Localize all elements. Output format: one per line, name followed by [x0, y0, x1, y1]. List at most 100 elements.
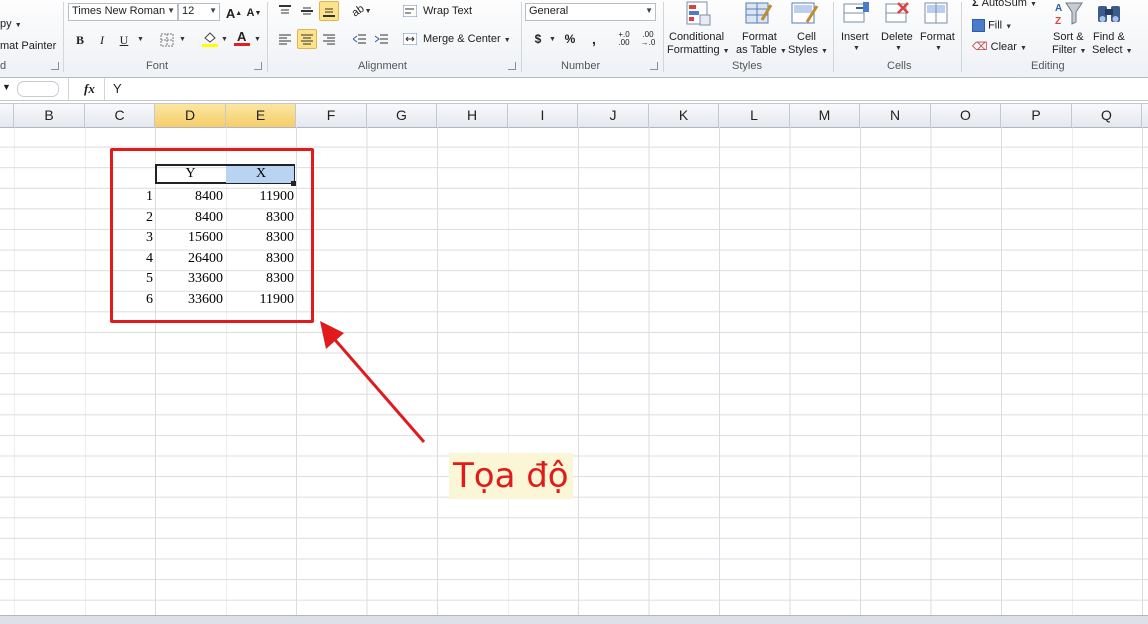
align-left-button[interactable] — [275, 29, 295, 49]
sort-filter-label[interactable]: Sort & — [1053, 31, 1084, 43]
underline-button[interactable]: U — [114, 30, 134, 50]
align-right-button[interactable] — [319, 29, 339, 49]
number-dialog-launcher[interactable] — [650, 62, 658, 70]
annotation-arrow-icon — [320, 321, 426, 443]
styles-group-label: Styles — [732, 60, 762, 72]
format-as-table-button[interactable]: as Table ▼ — [736, 44, 787, 56]
align-center-button[interactable] — [297, 29, 317, 49]
fill-color-button[interactable] — [200, 28, 220, 48]
chevron-down-icon[interactable]: ▼ — [549, 36, 556, 43]
divider — [104, 78, 105, 100]
column-header-h[interactable]: H — [437, 104, 508, 127]
orientation-button[interactable]: ab ▼ — [350, 1, 372, 21]
align-top-button[interactable] — [275, 1, 295, 21]
column-header-g[interactable]: G — [367, 104, 437, 127]
conditional-formatting-label[interactable]: Conditional — [669, 31, 724, 43]
decrease-indent-button[interactable] — [350, 29, 370, 49]
number-format-combo[interactable]: General ▼ — [525, 3, 656, 21]
borders-icon — [160, 33, 174, 47]
cell-styles-label[interactable]: Cell — [797, 31, 816, 43]
column-header-n[interactable]: N — [860, 104, 931, 127]
column-header-q[interactable]: Q — [1072, 104, 1142, 127]
chevron-down-icon[interactable]: ▼ — [221, 36, 228, 43]
column-header-e[interactable]: E — [226, 104, 296, 127]
font-dialog-launcher[interactable] — [254, 62, 262, 70]
text-orientation-icon: ab — [350, 2, 367, 20]
conditional-formatting-button[interactable]: Formatting ▼ — [667, 44, 730, 56]
wrap-text-icon — [402, 1, 418, 21]
column-header-o[interactable]: O — [931, 104, 1001, 127]
annotation-highlight-box — [110, 148, 314, 323]
format-painter-button[interactable]: mat Painter — [0, 40, 56, 52]
italic-button[interactable]: I — [92, 30, 112, 50]
insert-function-button[interactable]: fx — [84, 81, 95, 97]
font-name-value: Times New Roman — [72, 5, 166, 17]
font-size-combo[interactable]: 12 ▼ — [178, 3, 220, 21]
chevron-down-icon[interactable]: ▼ — [137, 36, 144, 43]
column-header-j[interactable]: J — [578, 104, 649, 127]
borders-button[interactable] — [157, 30, 177, 50]
align-middle-icon — [301, 7, 313, 15]
font-color-button[interactable]: A — [232, 28, 252, 48]
group-separator — [961, 2, 962, 72]
conditional-formatting-icon — [686, 1, 711, 26]
column-header-m[interactable]: M — [790, 104, 860, 127]
divider — [68, 78, 69, 100]
select-all-corner[interactable] — [0, 104, 14, 127]
column-header-c[interactable]: C — [85, 104, 155, 127]
sort-filter-button[interactable]: Filter ▼ — [1052, 44, 1086, 56]
increase-decimal-button[interactable]: +.0.00 — [614, 29, 634, 49]
wrap-text-button[interactable]: Wrap Text — [423, 5, 472, 17]
percent-button[interactable]: % — [560, 29, 580, 49]
name-box-dropdown[interactable]: ▼ — [2, 82, 11, 92]
comma-button[interactable]: , — [584, 29, 604, 49]
number-group-label: Number — [561, 60, 601, 72]
decrease-decimal-button[interactable]: .00 →.0 — [638, 29, 658, 49]
clear-button[interactable]: ⌫ Clear ▼ — [972, 40, 1027, 53]
grow-font-button[interactable]: A ▲ — [224, 3, 244, 23]
column-header-f[interactable]: F — [296, 104, 367, 127]
font-name-combo[interactable]: Times New Roman ▼ — [68, 3, 178, 21]
decrease-indent-icon — [353, 34, 366, 44]
chevron-down-icon[interactable]: ▼ — [853, 45, 860, 52]
align-top-icon — [279, 5, 291, 14]
increase-indent-button[interactable] — [372, 29, 392, 49]
column-header-p[interactable]: P — [1001, 104, 1072, 127]
insert-cells-button[interactable]: Insert — [841, 31, 869, 43]
bold-button[interactable]: B — [70, 30, 90, 50]
chevron-down-icon[interactable]: ▼ — [179, 36, 186, 43]
chevron-down-icon[interactable]: ▼ — [935, 45, 942, 52]
alignment-dialog-launcher[interactable] — [508, 62, 516, 70]
chevron-down-icon[interactable]: ▼ — [254, 36, 261, 43]
align-bottom-button[interactable] — [319, 1, 339, 21]
format-as-table-label[interactable]: Format — [742, 31, 777, 43]
autosum-button[interactable]: Σ AutoSum ▼ — [972, 0, 1037, 9]
formula-input[interactable]: Y — [113, 81, 122, 96]
column-header-i[interactable]: I — [508, 104, 578, 127]
fill-button[interactable]: Fill ▼ — [972, 19, 1012, 32]
column-header-d[interactable]: D — [155, 104, 226, 127]
merge-center-button[interactable]: Merge & Center ▼ — [423, 33, 511, 45]
copy-button[interactable]: py ▼ — [0, 18, 22, 30]
find-select-label[interactable]: Find & — [1093, 31, 1125, 43]
column-header-b[interactable]: B — [14, 104, 85, 127]
find-select-button[interactable]: Select ▼ — [1092, 44, 1133, 56]
column-header-l[interactable]: L — [719, 104, 790, 127]
format-cells-icon — [924, 2, 948, 24]
align-middle-button[interactable] — [297, 1, 317, 21]
column-header-k[interactable]: K — [649, 104, 719, 127]
cell-styles-icon — [791, 2, 819, 24]
currency-button[interactable]: $ — [528, 29, 548, 49]
clipboard-dialog-launcher[interactable] — [51, 62, 59, 70]
formula-bar-splitter[interactable] — [17, 81, 59, 97]
format-cells-button[interactable]: Format — [920, 31, 955, 43]
chevron-down-icon[interactable]: ▼ — [895, 45, 902, 52]
worksheet-grid[interactable]: Y X 1 8400 11900 2 8400 8300 3 15600 830… — [0, 127, 1148, 615]
ribbon: py ▼ mat Painter d Times New Roman ▼ 12 ▼ … — [0, 0, 1148, 78]
clipboard-group-label: d — [0, 60, 7, 72]
cell-styles-button[interactable]: Styles ▼ — [788, 44, 828, 56]
delete-cells-button[interactable]: Delete — [881, 31, 913, 43]
group-separator — [521, 2, 522, 72]
align-center-icon — [301, 34, 313, 45]
shrink-font-button[interactable]: A ▼ — [244, 3, 264, 23]
